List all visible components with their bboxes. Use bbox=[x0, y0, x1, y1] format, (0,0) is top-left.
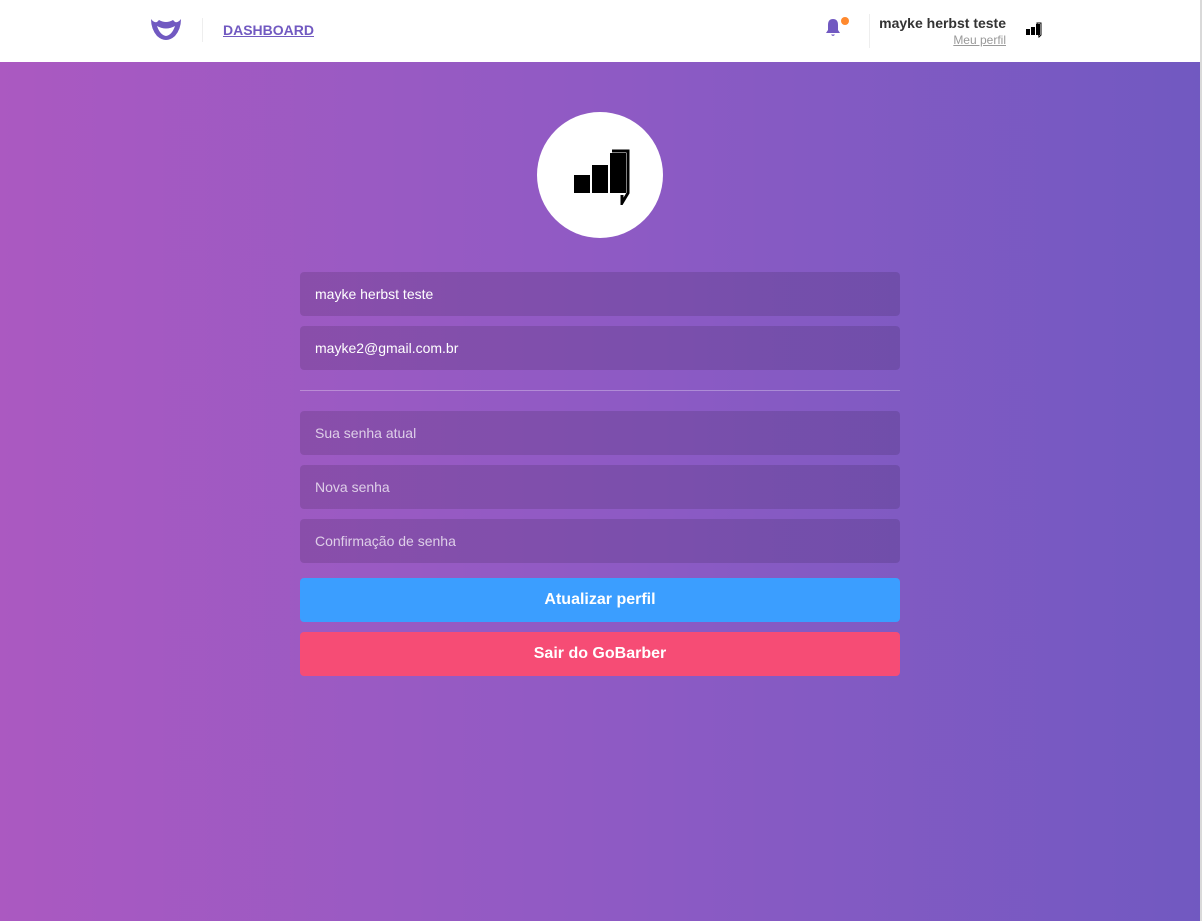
name-input[interactable]: mayke herbst teste bbox=[300, 272, 900, 316]
email-input-value: mayke2@gmail.com.br bbox=[315, 340, 459, 356]
logout-button[interactable]: Sair do GoBarber bbox=[300, 632, 900, 676]
top-header: DASHBOARD mayke herbst teste Meu perfil bbox=[0, 0, 1200, 62]
header-divider bbox=[869, 14, 870, 48]
profile-avatar[interactable] bbox=[537, 112, 663, 238]
signal-bars-icon[interactable] bbox=[1025, 22, 1043, 38]
new-password-placeholder: Nova senha bbox=[315, 479, 390, 495]
form-divider bbox=[300, 390, 900, 391]
my-profile-link[interactable]: Meu perfil bbox=[953, 33, 1006, 47]
email-input[interactable]: mayke2@gmail.com.br bbox=[300, 326, 900, 370]
confirm-password-placeholder: Confirmação de senha bbox=[315, 533, 456, 549]
user-name: mayke herbst teste bbox=[879, 15, 1006, 31]
new-password-input[interactable]: Nova senha bbox=[300, 465, 900, 509]
dashboard-link[interactable]: DASHBOARD bbox=[223, 22, 314, 38]
notification-badge bbox=[841, 17, 849, 25]
bell-icon[interactable] bbox=[824, 18, 842, 38]
update-profile-button[interactable]: Atualizar perfil bbox=[300, 578, 900, 622]
mustache-logo-icon[interactable] bbox=[150, 17, 182, 43]
current-password-input[interactable]: Sua senha atual bbox=[300, 411, 900, 455]
current-password-placeholder: Sua senha atual bbox=[315, 425, 417, 441]
name-input-value: mayke herbst teste bbox=[315, 286, 434, 302]
confirm-password-input[interactable]: Confirmação de senha bbox=[300, 519, 900, 563]
signal-bars-icon bbox=[574, 149, 630, 205]
header-divider bbox=[202, 18, 203, 42]
